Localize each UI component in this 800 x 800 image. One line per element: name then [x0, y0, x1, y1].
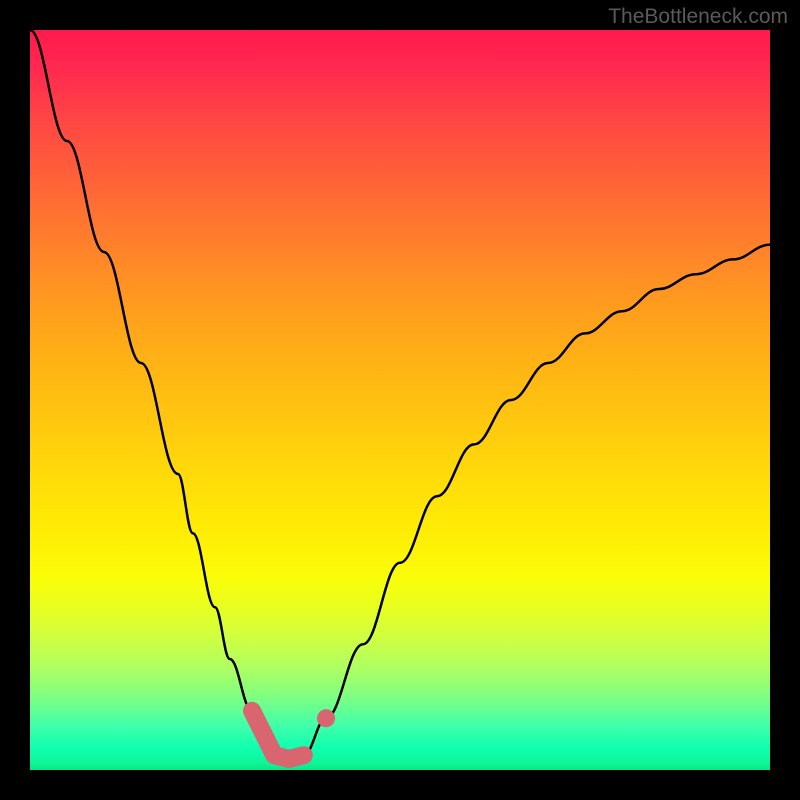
curve-marker-dot [317, 709, 335, 727]
watermark-text: TheBottleneck.com [608, 5, 788, 29]
bottleneck-curve-chart [30, 30, 770, 770]
curve-marker-segment [252, 711, 304, 759]
chart-background [30, 30, 770, 770]
bottleneck-curve-line [30, 30, 770, 759]
